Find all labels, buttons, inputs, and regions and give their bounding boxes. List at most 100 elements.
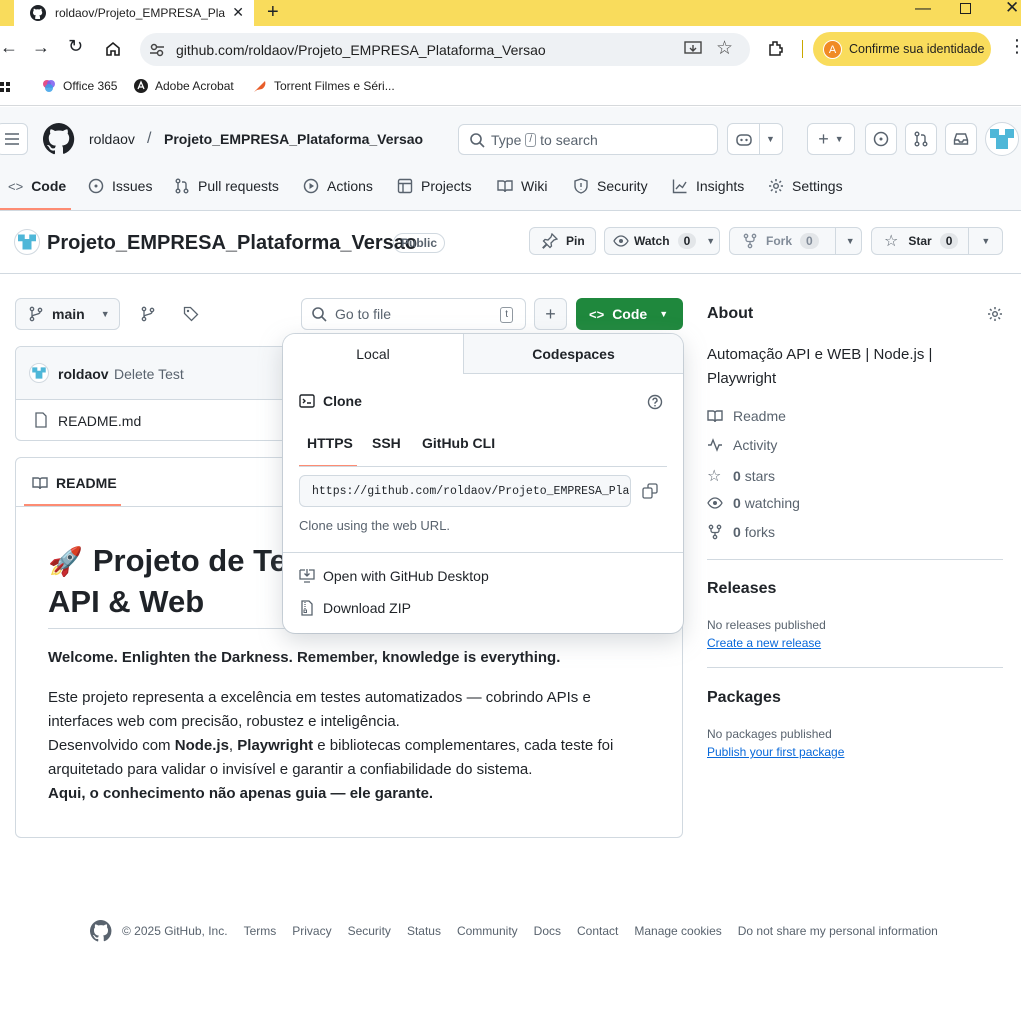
extensions-icon[interactable] — [767, 39, 785, 57]
github-logo-icon[interactable] — [43, 123, 75, 155]
browser-menu-icon[interactable]: ⋮ — [1008, 36, 1021, 57]
create-release-link[interactable]: Create a new release — [707, 636, 821, 650]
subtab-ssh[interactable]: SSH — [372, 435, 401, 451]
github-logo-icon[interactable] — [90, 920, 112, 942]
pull-requests-header-button[interactable] — [905, 123, 937, 155]
clone-url-input[interactable]: https://github.com/roldaov/Projeto_EMPRE… — [299, 475, 631, 507]
close-window-icon[interactable]: ✕ — [1005, 0, 1019, 18]
tab-local[interactable]: Local — [283, 334, 463, 374]
commit-avatar[interactable] — [29, 363, 49, 383]
subtab-github-cli[interactable]: GitHub CLI — [422, 435, 495, 451]
download-zip-item[interactable]: Download ZIP — [299, 600, 411, 616]
open-with-desktop-item[interactable]: Open with GitHub Desktop — [299, 568, 489, 584]
about-stars-link[interactable]: ☆ 0 stars — [707, 466, 775, 486]
inbox-button[interactable] — [945, 123, 977, 155]
site-info-icon[interactable] — [148, 41, 166, 59]
go-to-file-input[interactable]: Go to file t — [301, 298, 526, 330]
pull-request-icon — [175, 178, 189, 194]
about-readme-link[interactable]: Readme — [707, 408, 786, 424]
copilot-button[interactable]: ▼ — [727, 123, 783, 155]
help-icon[interactable] — [647, 394, 663, 410]
file-name[interactable]: README.md — [58, 413, 141, 429]
tab-issues[interactable]: Issues — [88, 178, 152, 194]
tab-code[interactable]: <> Code — [8, 178, 66, 194]
breadcrumb-owner[interactable]: roldaov — [89, 131, 135, 147]
tab-codespaces[interactable]: Codespaces — [463, 334, 683, 374]
tab-projects[interactable]: Projects — [397, 178, 472, 194]
search-icon — [312, 307, 327, 322]
packages-title[interactable]: Packages — [707, 689, 781, 707]
subtab-https[interactable]: HTTPS — [307, 435, 353, 451]
apps-grid-icon[interactable] — [0, 81, 12, 95]
footer-link-status[interactable]: Status — [407, 924, 441, 938]
chevron-down-icon[interactable]: ▼ — [766, 134, 775, 144]
branch-name: main — [52, 306, 85, 322]
footer-link-community[interactable]: Community — [457, 924, 518, 938]
hamburger-menu-button[interactable] — [0, 123, 28, 155]
eye-icon — [707, 497, 723, 509]
publish-package-link[interactable]: Publish your first package — [707, 745, 844, 759]
minimize-icon[interactable]: — — [915, 0, 931, 18]
create-new-button[interactable]: + ▼ — [807, 123, 855, 155]
search-input[interactable]: Type / to search — [458, 124, 718, 155]
tab-insights[interactable]: Insights — [672, 178, 744, 194]
commit-author[interactable]: roldaov — [58, 366, 109, 382]
clone-title: Clone — [323, 393, 362, 409]
tab-security[interactable]: Security — [573, 178, 648, 194]
maximize-icon[interactable] — [960, 3, 971, 14]
bookmark-torrent[interactable]: Torrent Filmes e Séri... — [253, 79, 395, 93]
footer-link-manage-cookies[interactable]: Manage cookies — [634, 924, 721, 938]
footer-link-do-not-share[interactable]: Do not share my personal information — [738, 924, 938, 938]
breadcrumb-separator: / — [147, 130, 152, 147]
about-forks-link[interactable]: 0 forks — [707, 524, 775, 540]
releases-title[interactable]: Releases — [707, 580, 776, 598]
commit-message[interactable]: Delete Test — [114, 366, 184, 382]
gear-icon[interactable] — [987, 306, 1003, 322]
readme-tab[interactable]: README — [32, 475, 117, 491]
pin-button[interactable]: Pin — [529, 227, 596, 255]
chevron-down-icon[interactable]: ▼ — [846, 236, 855, 246]
branch-selector-button[interactable]: main ▼ — [15, 298, 120, 330]
install-app-icon[interactable] — [684, 41, 702, 57]
about-watching-link[interactable]: 0 watching — [707, 495, 800, 511]
tab-wiki[interactable]: Wiki — [497, 178, 547, 194]
close-tab-icon[interactable]: ✕ — [232, 4, 244, 21]
fork-button[interactable]: Fork 0 ▼ — [729, 227, 862, 255]
watch-button[interactable]: Watch 0 ▼ — [604, 227, 720, 255]
footer-link-privacy[interactable]: Privacy — [292, 924, 331, 938]
open-with-desktop-label: Open with GitHub Desktop — [323, 568, 489, 584]
user-avatar[interactable] — [985, 122, 1019, 156]
bookmark-office365[interactable]: Office 365 — [42, 79, 117, 93]
code-dropdown-button[interactable]: <> Code ▼ — [576, 298, 683, 330]
breadcrumb-repo[interactable]: Projeto_EMPRESA_Plataforma_Versao — [164, 131, 423, 147]
bookmark-adobe-acrobat[interactable]: Adobe Acrobat — [134, 79, 234, 93]
footer-link-security[interactable]: Security — [348, 924, 391, 938]
reload-icon[interactable]: ↻ — [68, 36, 83, 57]
footer-link-docs[interactable]: Docs — [534, 924, 561, 938]
chevron-down-icon[interactable]: ▼ — [981, 236, 990, 246]
file-row[interactable]: README.md — [16, 401, 304, 440]
tab-actions[interactable]: Actions — [303, 178, 373, 194]
copy-icon[interactable] — [642, 483, 658, 499]
confirm-identity-button[interactable]: A Confirme sua identidade — [813, 32, 991, 66]
pin-icon — [542, 233, 558, 249]
address-bar[interactable]: github.com/roldaov/Projeto_EMPRESA_Plata… — [140, 33, 750, 66]
home-icon[interactable] — [104, 40, 122, 58]
tag-icon[interactable] — [183, 306, 199, 322]
issues-header-button[interactable] — [865, 123, 897, 155]
text-run-bold: Playwright — [237, 737, 314, 754]
star-button[interactable]: ☆ Star 0 ▼ — [871, 227, 1003, 255]
about-activity-link[interactable]: Activity — [707, 437, 777, 453]
browser-tab[interactable]: roldaov/Projeto_EMPRESA_Plataforma_Versa… — [14, 0, 254, 26]
tab-settings[interactable]: Settings — [768, 178, 843, 194]
add-file-button[interactable]: + — [534, 298, 567, 330]
tab-pull-requests[interactable]: Pull requests — [174, 178, 279, 194]
back-icon[interactable]: ← — [0, 37, 18, 58]
forward-icon[interactable]: → — [32, 37, 50, 58]
branches-icon[interactable] — [140, 306, 156, 322]
footer-link-terms[interactable]: Terms — [244, 924, 277, 938]
repo-title[interactable]: Projeto_EMPRESA_Plataforma_Versao — [47, 232, 417, 255]
footer-link-contact[interactable]: Contact — [577, 924, 618, 938]
bookmark-star-icon[interactable]: ☆ — [716, 37, 733, 60]
new-tab-icon[interactable]: + — [267, 0, 279, 24]
